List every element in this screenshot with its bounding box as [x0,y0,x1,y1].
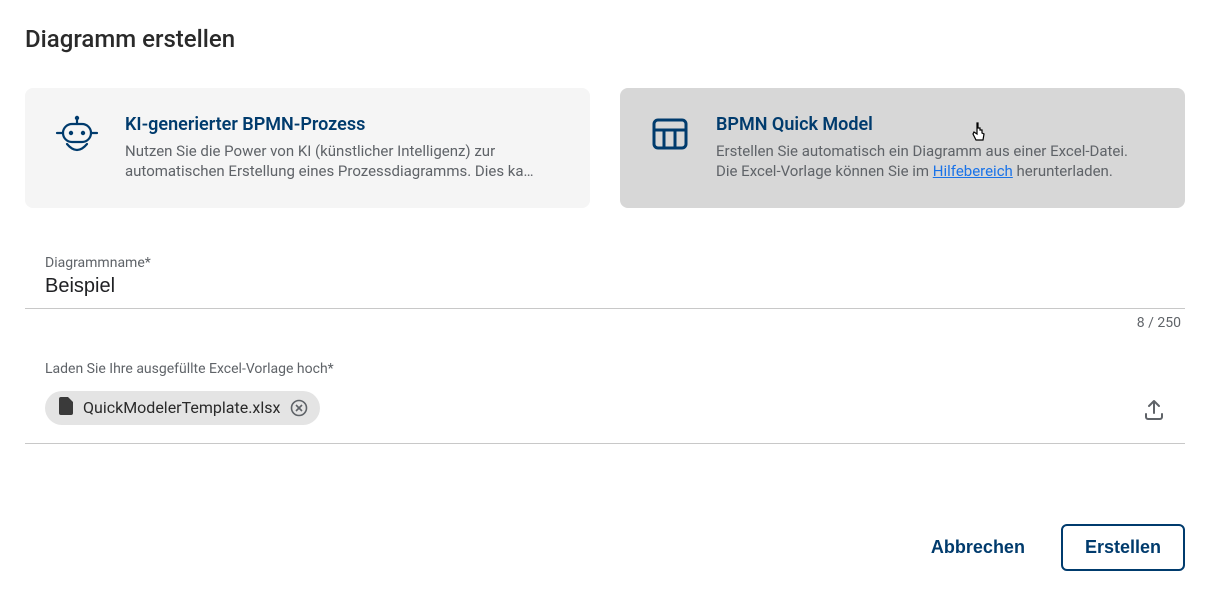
card-quick-model[interactable]: BPMN Quick Model Erstellen Sie automatis… [620,88,1185,208]
file-chip: QuickModelerTemplate.xlsx [45,391,320,425]
create-button[interactable]: Erstellen [1061,524,1185,571]
card-quick-description: Erstellen Sie automatisch ein Diagramm a… [716,141,1155,182]
upload-label: Laden Sie Ihre ausgefüllte Excel-Vorlage… [45,361,334,377]
help-link[interactable]: Hilfebereich [933,162,1013,180]
char-counter: 8 / 250 [25,315,1185,331]
diagram-name-input[interactable] [45,275,1165,308]
card-ai-description: Nutzen Sie die Power von KI (künstlicher… [125,141,560,182]
cursor-icon [971,122,989,148]
table-icon [650,114,690,158]
diagram-name-field: Diagrammname* [25,243,1185,309]
file-icon [59,397,73,419]
card-ai-process[interactable]: KI-generierter BPMN-Prozess Nutzen Sie d… [25,88,590,208]
card-quick-title: BPMN Quick Model [716,114,1155,135]
robot-icon [55,114,99,160]
remove-file-button[interactable] [290,399,308,417]
diagram-name-label: Diagrammname* [45,255,1165,271]
cancel-button[interactable]: Abbrechen [925,536,1031,559]
file-name: QuickModelerTemplate.xlsx [83,398,280,417]
card-ai-title: KI-generierter BPMN-Prozess [125,114,560,135]
upload-button[interactable] [1143,399,1165,425]
page-title: Diagramm erstellen [25,25,1185,53]
